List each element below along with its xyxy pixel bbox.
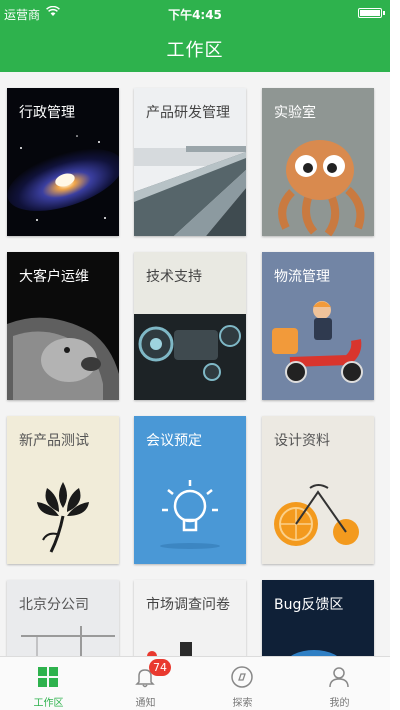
page-title: 工作区 xyxy=(166,40,224,61)
tab-explore[interactable]: 探索 xyxy=(194,657,291,710)
tile-meeting-booking[interactable]: 会议预定 xyxy=(134,416,246,564)
tile-product-rd[interactable]: 产品研发管理 xyxy=(134,88,246,236)
tile-lab[interactable]: 实验室 xyxy=(262,88,374,236)
screen-edge xyxy=(390,0,400,710)
tile-design-docs[interactable]: 设计资料 xyxy=(262,416,374,564)
status-time: 下午4:45 xyxy=(168,8,222,22)
tile-label: 设计资料 xyxy=(274,433,330,449)
status-bar: 运营商 下午4:45 xyxy=(0,0,390,26)
tile-label: 技术支持 xyxy=(146,269,202,285)
tab-profile[interactable]: 我的 xyxy=(291,657,388,710)
workspace-grid: 行政管理 产品研发管理 实验室 大客户运维 技术支持 物流管理 新产品测试 会议… xyxy=(0,72,390,656)
tab-notifications[interactable]: 74 通知 xyxy=(97,657,194,710)
tile-label: 北京分公司 xyxy=(19,597,89,613)
battery-icon xyxy=(358,8,385,18)
tile-label: 行政管理 xyxy=(19,105,75,121)
tile-beijing-branch[interactable]: 北京分公司 xyxy=(7,580,119,656)
app-header: 运营商 下午4:45 工作区 xyxy=(0,0,390,72)
crane-image xyxy=(7,580,119,656)
tile-label: Bug反馈区 xyxy=(274,597,344,613)
tile-admin[interactable]: 行政管理 xyxy=(7,88,119,236)
tile-label: 实验室 xyxy=(274,105,316,121)
tab-label: 通知 xyxy=(135,698,156,709)
tab-workspace[interactable]: 工作区 xyxy=(0,657,97,710)
user-icon xyxy=(329,667,349,688)
tile-tech-support[interactable]: 技术支持 xyxy=(134,252,246,400)
survey-image xyxy=(134,580,246,656)
tile-label: 物流管理 xyxy=(274,269,330,285)
tab-label: 我的 xyxy=(329,698,350,709)
tile-key-accounts[interactable]: 大客户运维 xyxy=(7,252,119,400)
tab-label: 探索 xyxy=(232,698,253,709)
tab-bar: 工作区 74 通知 探索 我的 xyxy=(0,656,390,710)
tab-label: 工作区 xyxy=(33,698,64,709)
tile-bug-feedback[interactable]: Bug反馈区 xyxy=(262,580,374,656)
compass-icon xyxy=(231,666,253,688)
tile-label: 市场调查问卷 xyxy=(146,597,230,613)
tile-label: 会议预定 xyxy=(146,433,202,449)
tile-label: 产品研发管理 xyxy=(146,105,230,121)
phone-screen: 运营商 下午4:45 工作区 行政管理 产品研发管理 实验室 大客户运维 技术支… xyxy=(0,0,390,710)
notification-badge: 74 xyxy=(149,659,171,676)
tile-label: 新产品测试 xyxy=(19,433,89,449)
tile-new-product-test[interactable]: 新产品测试 xyxy=(7,416,119,564)
grid-icon xyxy=(38,667,58,687)
tile-label: 大客户运维 xyxy=(19,269,89,285)
tile-market-survey[interactable]: 市场调查问卷 xyxy=(134,580,246,656)
globe-image xyxy=(262,580,374,656)
tile-logistics[interactable]: 物流管理 xyxy=(262,252,374,400)
